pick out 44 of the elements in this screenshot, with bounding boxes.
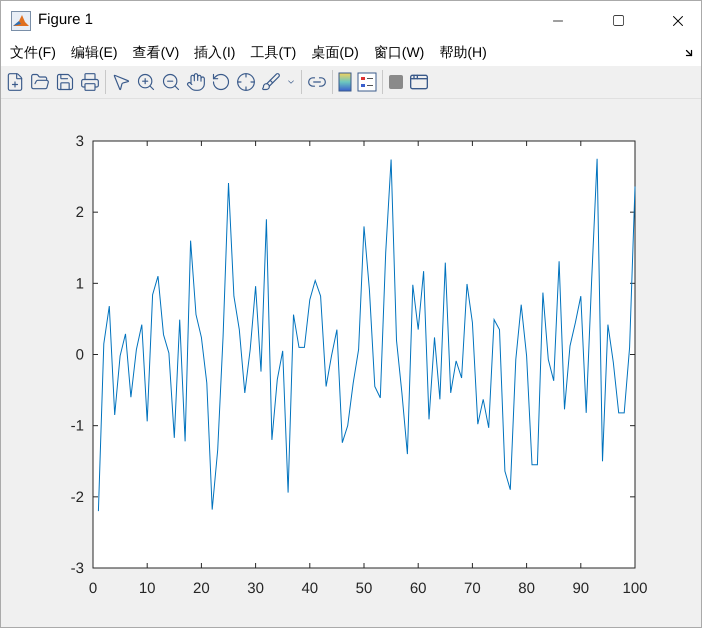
- maximize-icon[interactable]: [612, 14, 624, 28]
- x-tick-label: 50: [356, 580, 372, 597]
- menu-item[interactable]: 工具(T): [250, 42, 296, 64]
- folder-icon[interactable]: [30, 72, 50, 92]
- menu-item[interactable]: 文件(F): [10, 42, 56, 64]
- zoom-out-icon[interactable]: [161, 72, 181, 92]
- menu-item[interactable]: 查看(V): [132, 42, 180, 64]
- y-tick-label: 1: [76, 275, 84, 292]
- legend-icon[interactable]: [357, 72, 377, 92]
- app-logo-icon: [11, 10, 31, 31]
- save-icon[interactable]: [55, 72, 75, 92]
- pointer-icon[interactable]: [111, 72, 131, 92]
- colorbar-icon[interactable]: [338, 72, 352, 92]
- x-tick-label: 30: [247, 580, 264, 597]
- menu-item[interactable]: 桌面(D): [311, 42, 359, 64]
- x-tick-label: 20: [193, 580, 210, 597]
- x-tick-label: 80: [518, 580, 535, 597]
- y-tick-label: -3: [70, 560, 84, 577]
- y-tick-label: 0: [76, 346, 84, 364]
- zoom-in-icon[interactable]: [136, 72, 156, 92]
- x-tick-label: 60: [410, 580, 427, 597]
- rotate-icon[interactable]: [211, 72, 231, 92]
- window-icon[interactable]: [409, 72, 429, 92]
- x-tick-label: 70: [464, 580, 481, 597]
- x-tick-label: 100: [622, 580, 648, 597]
- y-tick-label: 3: [76, 132, 84, 150]
- menu-item[interactable]: 窗口(W): [374, 42, 424, 64]
- hand-icon[interactable]: [186, 72, 206, 92]
- crosshair-icon[interactable]: [236, 72, 256, 92]
- y-tick-label: 2: [76, 204, 84, 222]
- menu-item[interactable]: 编辑(E): [70, 42, 118, 64]
- x-tick-label: 10: [138, 580, 156, 597]
- square-icon[interactable]: [388, 74, 404, 90]
- y-tick-label: -2: [70, 488, 84, 506]
- x-tick-label: 40: [301, 580, 318, 597]
- window-title: Figure 1: [38, 10, 94, 30]
- menu-item[interactable]: 帮助(H): [439, 42, 487, 64]
- print-icon[interactable]: [80, 72, 100, 92]
- x-tick-label: 90: [572, 580, 590, 597]
- menu-item[interactable]: 插入(I): [194, 42, 236, 64]
- new-file-icon[interactable]: [5, 72, 25, 92]
- x-tick-label: 0: [88, 580, 98, 597]
- brush-icon[interactable]: [261, 72, 281, 92]
- y-tick-label: -1: [70, 418, 84, 435]
